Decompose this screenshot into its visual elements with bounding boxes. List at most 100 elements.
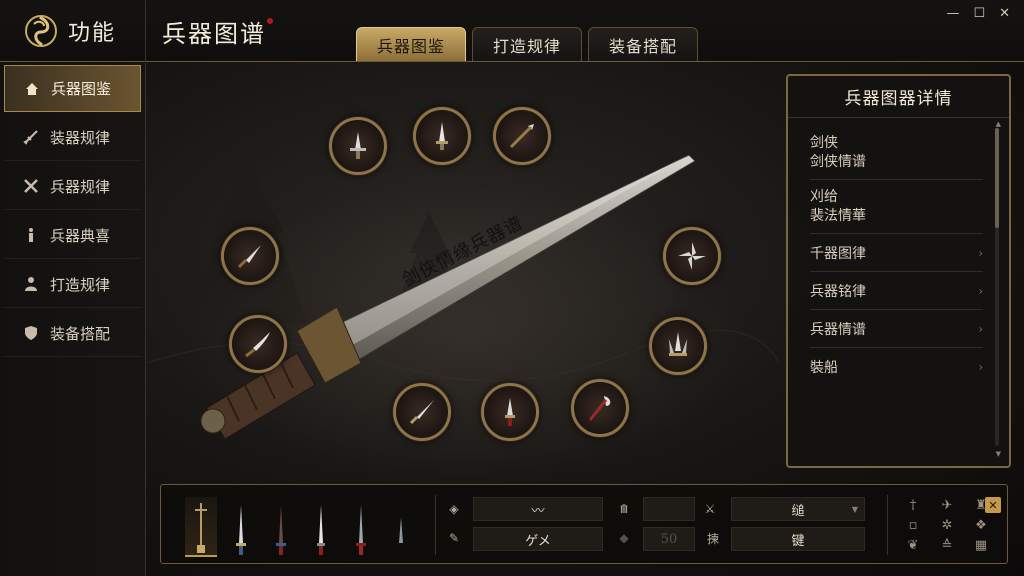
- list-item[interactable]: 刈给 裴法情華: [810, 180, 983, 234]
- scroll-up-arrow-icon[interactable]: ▲: [996, 120, 1001, 128]
- tool-grid: † ✈ ♜ ▫ ✲ ❖ ❦ ≙ ▦: [899, 495, 999, 555]
- weapon-showcase: 剑侠情缘兵器谱: [147, 63, 779, 476]
- tab-equipment-matching[interactable]: 装备搭配: [588, 27, 699, 61]
- gear-icon[interactable]: ❖: [967, 515, 995, 535]
- window-controls: — ☐ ✕: [946, 6, 1010, 21]
- swirl-logo-icon: [25, 15, 57, 47]
- list-item-title: 剑侠: [810, 134, 838, 151]
- list-item-title: 兵器铭律: [810, 283, 866, 300]
- weapon-slot-red-hilt-blade[interactable]: [481, 383, 539, 441]
- list-item-title: 裝船: [810, 360, 838, 376]
- chevron-right-icon: ›: [978, 360, 983, 374]
- weapon-slot-short-sword[interactable]: [413, 107, 471, 165]
- leaf-icon[interactable]: ❦: [899, 535, 927, 555]
- weapon-thumbnail[interactable]: [345, 497, 377, 557]
- bottom-toolbar: ◈ 〰 ⟰ ⚔ 缒 ▼ ✎ ゲメ ◆ 50 揀 键 † ✈ ♜ ▫ ✲ ❖ ❦ …: [160, 484, 1008, 564]
- weapon-thumbnail[interactable]: [385, 497, 417, 557]
- detail-panel: 兵器图器详情 剑侠 剑侠情谱 刈给 裴法情華 千器图律 › 兵器铭律 › 兵器情…: [786, 74, 1011, 468]
- weapon-thumbnail[interactable]: [185, 497, 217, 557]
- chevron-right-icon: ›: [978, 283, 983, 298]
- feather-icon: ⚔: [704, 502, 716, 516]
- pin-icon[interactable]: †: [899, 495, 927, 515]
- chevron-right-icon: ›: [978, 245, 983, 260]
- list-item[interactable]: 千器图律 ›: [810, 234, 983, 272]
- weapon-slot-dagger[interactable]: [221, 227, 279, 285]
- list-item[interactable]: 剑侠 剑侠情谱: [810, 126, 983, 180]
- page-title: 兵器图谱: [162, 20, 266, 48]
- scroll-down-arrow-icon[interactable]: ▼: [996, 450, 1001, 458]
- sidebar-item-weapon-rules[interactable]: 兵器规律: [4, 163, 141, 210]
- minimize-button[interactable]: —: [946, 6, 959, 21]
- detail-list: 剑侠 剑侠情谱 刈给 裴法情華 千器图律 › 兵器铭律 › 兵器情谱 › 裝船 …: [788, 118, 1009, 386]
- attribute-fields: ◈ 〰 ⟰ ⚔ 缒 ▼ ✎ ゲメ ◆ 50 揀 键: [447, 497, 867, 553]
- attribute-select[interactable]: 缒 ▼: [731, 497, 865, 521]
- list-item[interactable]: 兵器铭律 ›: [810, 272, 983, 310]
- rapier-icon: [409, 400, 434, 425]
- trident-icon: [669, 332, 687, 356]
- short-sword-icon: [436, 122, 448, 150]
- tab-weapon-catalog[interactable]: 兵器图鉴: [356, 27, 467, 61]
- sidebar-item-equipment-matching[interactable]: 装备搭配: [4, 310, 141, 357]
- scrollbar-thumb[interactable]: [995, 128, 999, 228]
- flower-blade-icon: [678, 242, 706, 270]
- pine-icon: ⟰: [618, 502, 630, 516]
- weapon-slot-flower-blade[interactable]: [663, 227, 721, 285]
- weapon-thumbnail[interactable]: [225, 497, 257, 557]
- list-item[interactable]: 裝船 ›: [810, 348, 983, 386]
- cog-icon[interactable]: ✲: [933, 515, 961, 535]
- weapon-thumbnail[interactable]: [265, 497, 297, 557]
- sidebar-item-label: 打造规律: [50, 275, 111, 294]
- chevron-down-icon: ▼: [851, 504, 858, 514]
- figure-icon: [22, 226, 40, 244]
- divider: [435, 495, 436, 555]
- cross-sword-icon: [350, 132, 366, 159]
- detail-panel-title: 兵器图器详情: [788, 76, 1009, 118]
- sidebar-item-equipment-rules[interactable]: 装器规律: [4, 114, 141, 161]
- gem-icon: ◈: [449, 502, 459, 516]
- box-icon[interactable]: ▫: [899, 515, 927, 535]
- list-item-title: 刈给: [810, 188, 838, 205]
- cross-staff-icon: [195, 503, 207, 553]
- weapon-slot-trident[interactable]: [649, 317, 707, 375]
- weapon-slot-axe[interactable]: [571, 379, 629, 437]
- list-item-title: 千器图律: [810, 245, 866, 262]
- spear-icon: [509, 124, 534, 149]
- attribute-field[interactable]: 键: [731, 527, 865, 551]
- sidebar-item-label: 装备搭配: [50, 324, 111, 343]
- curved-blade-icon: [245, 332, 270, 358]
- close-button[interactable]: ✕: [999, 6, 1010, 21]
- person-icon: [22, 275, 40, 293]
- list-item[interactable]: 兵器情谱 ›: [810, 310, 983, 348]
- weapon-thumbnail[interactable]: [305, 497, 337, 557]
- house-icon: [23, 80, 41, 98]
- scrollbar[interactable]: [995, 128, 999, 446]
- sidebar-item-forging-rules[interactable]: 打造规律: [4, 261, 141, 308]
- sidebar-item-weapon-catalog[interactable]: 兵器图鉴: [4, 65, 141, 112]
- stack-icon[interactable]: ≙: [933, 535, 961, 555]
- attribute-field[interactable]: 50: [643, 527, 695, 551]
- bird-icon[interactable]: ✈: [933, 495, 961, 515]
- red-seal-dot: [267, 18, 273, 24]
- crossed-tools-icon: [22, 177, 40, 195]
- sidebar: 兵器图鉴 装器规律 兵器规律 兵器典喜 打造规律 装备搭配: [0, 63, 146, 576]
- attribute-field[interactable]: 〰: [473, 497, 603, 521]
- weapon-slot-curved-blade[interactable]: [229, 315, 287, 373]
- partial-sword-icon: [399, 517, 403, 543]
- tab-forging-rules[interactable]: 打造规律: [472, 27, 583, 61]
- weapon-slot-cross-sword[interactable]: [329, 117, 387, 175]
- app-window: 功能 兵器图谱 兵器图鉴 打造规律 装备搭配 — ☐ ✕ 兵器图鉴 装器规律 兵…: [0, 0, 1024, 576]
- weapon-slot-spear[interactable]: [493, 107, 551, 165]
- sidebar-item-label: 兵器典喜: [50, 226, 111, 245]
- attribute-field[interactable]: ゲメ: [473, 527, 603, 551]
- red-hilt-blade-icon: [505, 398, 515, 426]
- attribute-field[interactable]: [643, 497, 695, 521]
- close-icon[interactable]: ✕: [985, 497, 1001, 513]
- sidebar-item-label: 兵器规律: [50, 177, 111, 196]
- list-item-subtitle: 裴法情華: [810, 207, 866, 224]
- diamond-icon: ◆: [619, 531, 629, 545]
- grid-icon[interactable]: ▦: [967, 535, 995, 555]
- maximize-button[interactable]: ☐: [973, 6, 985, 21]
- tab-bar: 兵器图鉴 打造规律 装备搭配: [356, 27, 699, 61]
- sidebar-item-weapon-records[interactable]: 兵器典喜: [4, 212, 141, 259]
- weapon-slot-rapier[interactable]: [393, 383, 451, 441]
